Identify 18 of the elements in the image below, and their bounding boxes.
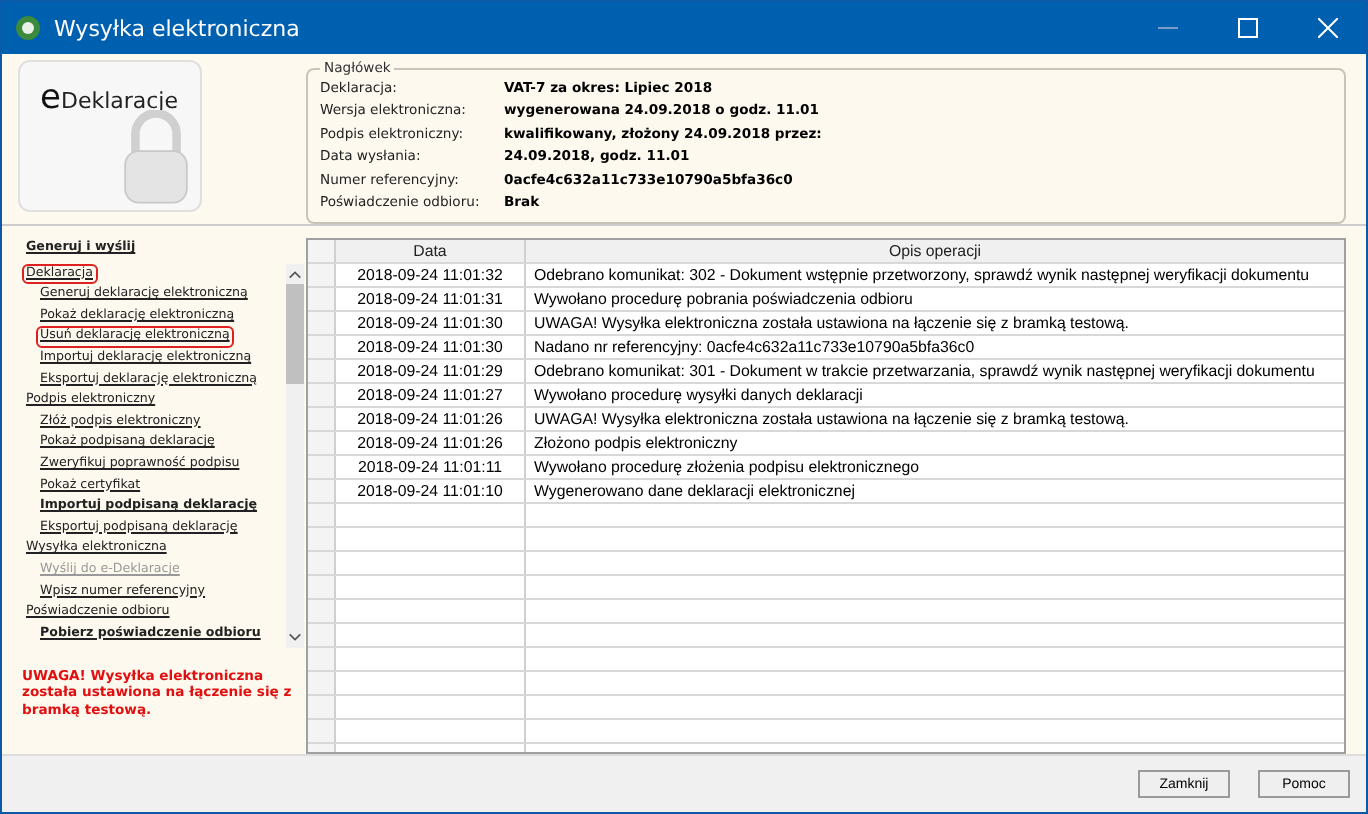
row-header[interactable] xyxy=(308,312,336,334)
padlock-icon xyxy=(120,110,192,206)
row-header[interactable] xyxy=(308,408,336,430)
row-header[interactable] xyxy=(308,336,336,358)
close-icon[interactable] xyxy=(1318,18,1338,38)
logo-e: e xyxy=(40,78,61,118)
maximize-icon[interactable] xyxy=(1238,18,1258,38)
window-title: Wysyłka elektroniczna xyxy=(54,15,302,41)
row-header[interactable] xyxy=(308,480,336,502)
scrollbar[interactable] xyxy=(286,263,304,648)
row-header[interactable] xyxy=(308,432,336,454)
row-header[interactable] xyxy=(308,384,336,406)
app-icon xyxy=(14,14,42,42)
scroll-down-icon[interactable] xyxy=(288,631,302,642)
row-header[interactable] xyxy=(308,456,336,478)
logo-text: Deklaracje xyxy=(60,88,179,114)
scroll-up-icon[interactable] xyxy=(288,269,302,280)
row-header[interactable] xyxy=(308,360,336,382)
